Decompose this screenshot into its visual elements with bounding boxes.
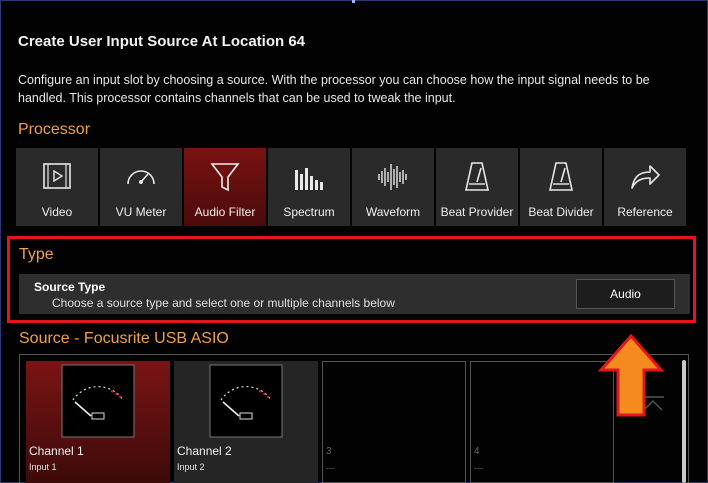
processor-beat-provider-label: Beat Provider (440, 205, 514, 219)
source-type-dropdown[interactable]: Audio (576, 279, 675, 309)
filter-funnel-icon (210, 163, 240, 192)
channel-2-tile[interactable]: Channel 2 Input 2 (174, 361, 318, 483)
processor-vu-meter-button[interactable]: VU Meter (100, 148, 182, 226)
source-type-label: Source Type (34, 280, 106, 294)
window-notch (352, 0, 355, 3)
channel-2-input: Input 2 (177, 462, 205, 472)
processor-reference-label: Reference (617, 205, 673, 219)
dialog-description: Configure an input slot by choosing a so… (18, 73, 650, 105)
vu-meter-icon (209, 364, 283, 438)
processor-video-label: Video (41, 205, 73, 219)
processor-vu-meter-label: VU Meter (115, 205, 167, 219)
channel-3-input: --- (326, 463, 335, 473)
channel-3-tile[interactable]: 3 --- (322, 361, 466, 483)
vu-meter-icon (127, 170, 155, 185)
processor-spectrum-button[interactable]: Spectrum (268, 148, 350, 226)
metronome-icon (549, 162, 573, 191)
processor-beat-provider-button[interactable]: Beat Provider (436, 148, 518, 226)
channel-1-tile[interactable]: Channel 1 Input 1 (26, 361, 170, 483)
processor-waveform-label: Waveform (365, 205, 421, 219)
source-type-row: Source Type Choose a source type and sel… (19, 274, 690, 314)
processor-waveform-button[interactable]: Waveform (352, 148, 434, 226)
type-heading: Type (19, 246, 54, 263)
channel-scrollbar[interactable] (682, 360, 686, 483)
processor-audio-filter-label: Audio Filter (194, 205, 256, 219)
source-type-description: Choose a source type and select one or m… (52, 296, 395, 310)
channel-4-name: 4 (474, 446, 480, 457)
channel-4-tile[interactable]: 4 --- (470, 361, 614, 483)
channel-1-name: Channel 1 (29, 444, 84, 458)
channel-3-name: 3 (326, 446, 332, 457)
up-arrow-icon (598, 333, 664, 417)
processor-reference-button[interactable]: Reference (604, 148, 686, 226)
processor-video-button[interactable]: Video (16, 148, 98, 226)
channel-2-name: Channel 2 (177, 444, 232, 458)
spectrum-icon (295, 168, 323, 190)
vu-meter-icon (61, 364, 135, 438)
processor-list: Video VU Meter Audio Filter Spectrum Wav… (16, 148, 686, 226)
video-icon (43, 163, 71, 189)
processor-heading: Processor (18, 121, 91, 138)
processor-beat-divider-label: Beat Divider (528, 205, 594, 219)
dialog-title: Create User Input Source At Location 64 (18, 33, 306, 50)
processor-audio-filter-button[interactable]: Audio Filter (184, 148, 266, 226)
metronome-icon (465, 162, 489, 191)
processor-spectrum-label: Spectrum (283, 205, 335, 219)
channel-4-input: --- (474, 463, 483, 473)
share-arrow-icon (631, 165, 660, 189)
processor-beat-divider-button[interactable]: Beat Divider (520, 148, 602, 226)
channel-1-input: Input 1 (29, 462, 57, 472)
source-heading: Source - Focusrite USB ASIO (19, 330, 229, 347)
waveform-icon (378, 164, 407, 190)
